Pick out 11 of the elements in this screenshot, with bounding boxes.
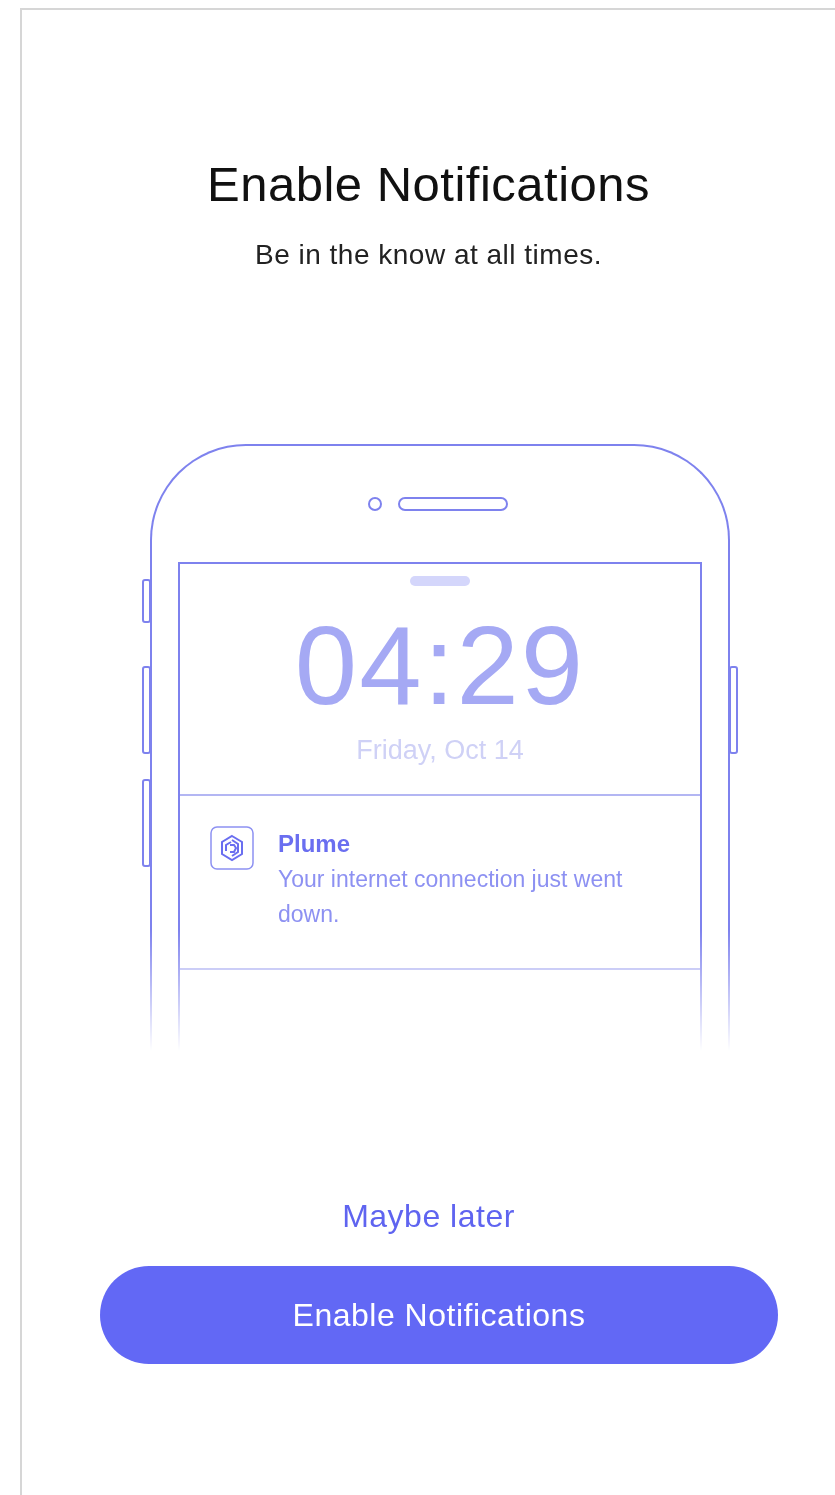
camera-icon bbox=[368, 496, 382, 511]
page-title: Enable Notifications bbox=[205, 156, 652, 213]
app-icon bbox=[210, 825, 254, 870]
enable-notifications-button[interactable]: Enable Notifications bbox=[100, 1265, 778, 1364]
notification-title: Plume bbox=[278, 828, 352, 859]
speaker-icon bbox=[398, 496, 508, 511]
pull-handle bbox=[410, 575, 470, 586]
maybe-later-link[interactable]: Maybe later bbox=[336, 1190, 521, 1241]
notification-message: Your internet connection just went down. bbox=[278, 864, 624, 929]
page-subtitle: Be in the know at all times. bbox=[253, 237, 603, 272]
clock-time: 04:29 bbox=[294, 609, 586, 722]
